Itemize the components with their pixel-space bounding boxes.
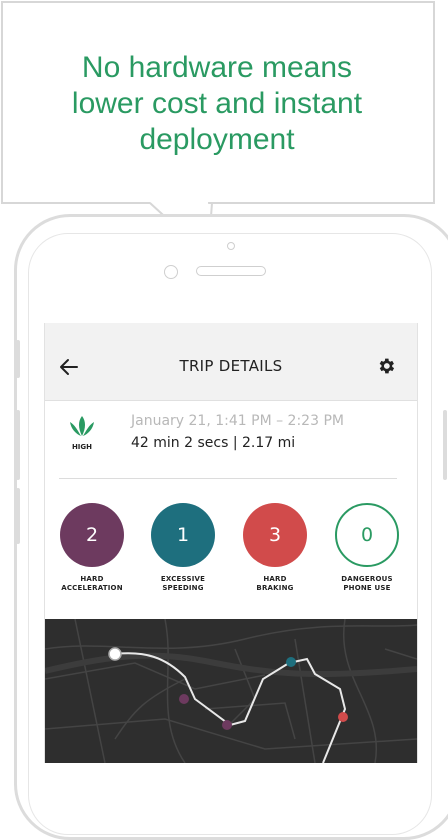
excessive-speeding-label: EXCESSIVE SPEEDING <box>138 575 228 593</box>
app-screen: TRIP DETAILS HIGH January 21, 1:41 PM – … <box>44 323 418 763</box>
dangerous-phone-use-count[interactable]: 0 <box>335 503 399 567</box>
mute-switch <box>16 488 20 544</box>
hard-acceleration-marker[interactable] <box>179 694 189 704</box>
dangerous-phone-use-label: DANGEROUS PHONE USE <box>322 575 412 593</box>
label-line: HARD <box>263 575 287 583</box>
excessive-speeding-count[interactable]: 1 <box>151 503 215 567</box>
callout-text: No hardware means lower cost and instant… <box>12 50 422 158</box>
label-line: BRAKING <box>256 584 294 592</box>
label-line: EXCESSIVE <box>160 575 206 583</box>
label-line: DANGEROUS <box>341 575 393 583</box>
trip-map[interactable] <box>45 619 417 763</box>
event-excessive-speeding: 1 EXCESSIVE SPEEDING <box>138 503 228 593</box>
volume-up-button <box>16 340 20 378</box>
earpiece-speaker <box>196 266 266 276</box>
divider <box>59 478 397 479</box>
page-title: TRIP DETAILS <box>179 357 283 375</box>
hard-acceleration-count[interactable]: 2 <box>60 503 124 567</box>
hard-braking-count[interactable]: 3 <box>243 503 307 567</box>
trip-date-range: January 21, 1:41 PM – 2:23 PM <box>131 413 344 429</box>
trip-start-marker[interactable] <box>108 647 122 661</box>
event-hard-braking: 3 HARD BRAKING <box>230 503 320 593</box>
callout-line-2: lower cost and instant <box>71 87 363 120</box>
excessive-speeding-marker[interactable] <box>286 657 296 667</box>
lotus-icon <box>70 416 94 436</box>
callout-line-1: No hardware means <box>81 51 353 84</box>
hard-braking-marker[interactable] <box>338 712 348 722</box>
hard-braking-label: HARD BRAKING <box>230 575 320 593</box>
power-button <box>443 410 447 480</box>
trip-duration-distance: 42 min 2 secs | 2.17 mi <box>131 435 296 451</box>
label-line: HARD <box>80 575 104 583</box>
volume-down-button <box>16 410 20 480</box>
event-dangerous-phone-use: 0 DANGEROUS PHONE USE <box>322 503 412 593</box>
driving-events: 2 HARD ACCELERATION 1 EXCESSIVE SPEEDING… <box>45 491 417 611</box>
callout-line-3: deployment <box>139 123 295 156</box>
proximity-sensor <box>227 242 235 250</box>
label-line: ACCELERATION <box>61 584 123 592</box>
hard-acceleration-label: HARD ACCELERATION <box>47 575 137 593</box>
label-line: PHONE USE <box>343 584 391 592</box>
gear-icon[interactable] <box>376 356 396 376</box>
front-camera <box>164 265 178 279</box>
top-app-bar: TRIP DETAILS <box>45 323 417 401</box>
risk-level-label: HIGH <box>71 443 93 451</box>
label-line: SPEEDING <box>162 584 204 592</box>
hard-acceleration-marker[interactable] <box>222 720 232 730</box>
event-hard-acceleration: 2 HARD ACCELERATION <box>47 503 137 593</box>
trip-summary: HIGH January 21, 1:41 PM – 2:23 PM 42 mi… <box>45 401 417 479</box>
